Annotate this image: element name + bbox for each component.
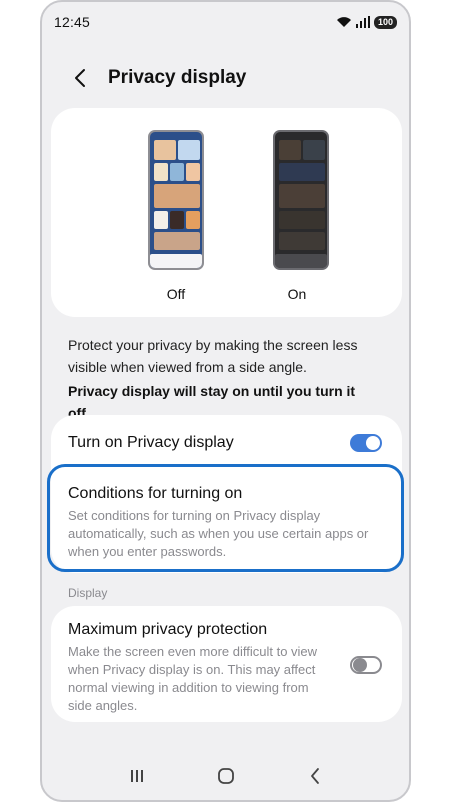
display-section-header: Display <box>68 586 108 600</box>
recent-apps-icon <box>130 770 143 782</box>
conditions-title: Conditions for turning on <box>68 485 243 502</box>
toggle-knob <box>366 436 380 450</box>
phone-frame: 12:45 100 Privacy display Off On Protect… <box>40 0 411 802</box>
signal-icon <box>355 16 370 28</box>
conditions-row[interactable]: Conditions for turning on Set conditions… <box>51 471 402 571</box>
max-privacy-toggle[interactable] <box>350 656 382 674</box>
chevron-left-icon <box>75 69 85 87</box>
preview-on-label: On <box>287 286 307 302</box>
preview-off-label: Off <box>166 286 186 302</box>
status-time: 12:45 <box>54 14 91 30</box>
battery-icon: 100 <box>373 15 397 29</box>
settings-card: Turn on Privacy display Conditions for t… <box>51 415 402 573</box>
preview-card: Off On <box>51 108 402 317</box>
max-privacy-subtitle: Make the screen even more difficult to v… <box>68 644 318 713</box>
turn-on-privacy-toggle[interactable] <box>350 434 382 452</box>
display-card: Maximum privacy protection Make the scre… <box>51 606 402 722</box>
home-icon <box>217 768 234 784</box>
status-icons: 100 <box>336 15 397 29</box>
back-nav-button[interactable] <box>295 756 335 796</box>
description-text: Protect your privacy by making the scree… <box>68 337 358 375</box>
status-bar: 12:45 100 <box>42 2 409 42</box>
wifi-icon <box>336 17 351 27</box>
navigation-bar <box>42 752 409 800</box>
conditions-subtitle: Set conditions for turning on Privacy di… <box>68 508 369 559</box>
max-privacy-row[interactable]: Maximum privacy protection Make the scre… <box>51 606 402 722</box>
phone-preview-on-image <box>273 130 329 270</box>
page-header: Privacy display <box>42 58 409 98</box>
back-nav-icon <box>310 768 319 784</box>
home-button[interactable] <box>206 756 246 796</box>
back-button[interactable] <box>60 58 100 98</box>
page-title: Privacy display <box>108 67 247 88</box>
turn-on-privacy-label: Turn on Privacy display <box>68 434 234 451</box>
toggle-knob <box>353 658 367 672</box>
recent-apps-button[interactable] <box>117 756 157 796</box>
phone-preview-off-image <box>148 130 204 270</box>
max-privacy-title: Maximum privacy protection <box>68 621 268 638</box>
turn-on-privacy-row[interactable]: Turn on Privacy display <box>51 415 402 471</box>
